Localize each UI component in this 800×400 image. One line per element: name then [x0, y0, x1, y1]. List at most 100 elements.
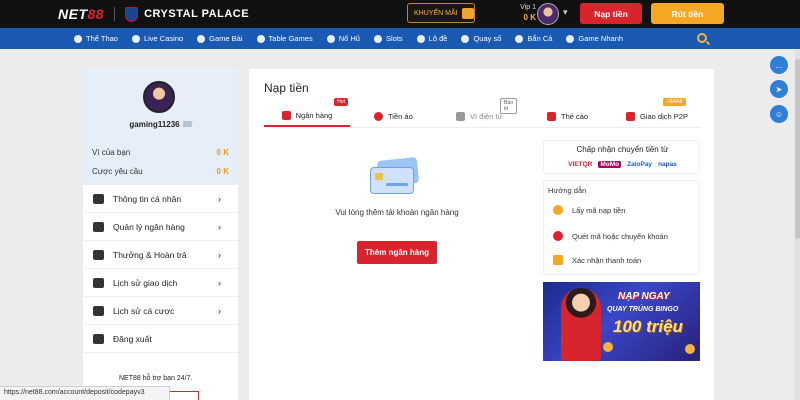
user-avatar[interactable] [537, 3, 559, 25]
wallet-label: Ví của bạn [92, 148, 131, 157]
telegram-icon[interactable]: ➤ [770, 80, 788, 98]
partner-logo: CRYSTAL PALACE [125, 6, 250, 22]
banner-headline: NẠP NGAY [618, 291, 670, 302]
bank-icon [281, 111, 291, 120]
live-casino-icon [131, 34, 140, 43]
page-scrollbar[interactable] [795, 49, 800, 400]
nav-item-spin[interactable]: Quay số [461, 34, 501, 43]
promo-model-image [561, 288, 601, 361]
nav-item-table-games[interactable]: Table Games [256, 34, 313, 43]
menu-item-bank-management[interactable]: Quản lý ngân hàng › [83, 213, 238, 241]
search-icon[interactable] [697, 33, 707, 43]
gift-icon [93, 249, 104, 260]
tab-p2p[interactable]: Giao dịch P2P +BANK [626, 98, 688, 127]
menu-item-rewards[interactable]: Thưởng & Hoàn trả › [83, 241, 238, 269]
history-icon [93, 277, 104, 288]
vip-info: Vip 1 0 K [500, 3, 536, 23]
spin-icon [461, 34, 470, 43]
nav-item-live-casino[interactable]: Live Casino [131, 34, 183, 43]
guide-step-1: Lấy mã nạp tiền [553, 205, 625, 215]
table-games-icon [256, 34, 265, 43]
nav-item-lottery[interactable]: Lô đề [416, 34, 447, 43]
chevron-right-icon: › [218, 278, 221, 288]
deposit-tabs: Ngân hàng Hot Tiền ảo Ví điện tử Bảo trì… [264, 98, 701, 128]
menu-item-logout[interactable]: Đăng xuất [83, 325, 238, 353]
wallet-row: Ví của bạn 0 K [92, 148, 229, 157]
deposit-button[interactable]: Nạp tiền [580, 3, 642, 24]
main-nav: Thể Thao Live Casino Game Bài Table Game… [0, 28, 800, 49]
diamond-rank-icon [182, 121, 193, 127]
guide-box: Hướng dẫn Lấy mã nạp tiền Quét mã hoặc c… [543, 180, 700, 275]
crypto-coin-icon [374, 112, 383, 121]
scratch-card-icon [547, 112, 556, 121]
guide-step-3: Xác nhận thanh toán [553, 255, 641, 265]
banner-prize: 100 triệu [613, 317, 683, 336]
wallet-icon [456, 112, 465, 121]
nav-item-slots[interactable]: Slots [373, 34, 403, 43]
tab-crypto[interactable]: Tiền ảo [374, 106, 413, 127]
net88-logo[interactable]: NET88 [58, 6, 104, 22]
accepted-methods-title: Chấp nhận chuyển tiền từ [576, 145, 669, 154]
chat-icon[interactable]: … [770, 56, 788, 74]
menu-item-bet-history[interactable]: Lịch sử cá cược › [83, 297, 238, 325]
promotions-button[interactable]: KHUYẾN MÃI [407, 3, 475, 23]
empty-state-message: Vui lòng thêm tài khoản ngân hàng [335, 208, 459, 217]
nav-item-fast-games[interactable]: Game Nhanh [566, 34, 623, 43]
user-icon [93, 193, 104, 204]
deposit-panel: Nạp tiền Ngân hàng Hot Tiền ảo Ví điện t… [249, 69, 714, 400]
chevron-down-icon[interactable]: ▾ [563, 7, 568, 18]
tab-ewallet[interactable]: Ví điện tử Bảo trì [456, 98, 517, 127]
bank-badge: +BANK [663, 98, 686, 106]
header-balance: 0 K [523, 13, 536, 22]
confirm-payment-icon [553, 255, 563, 265]
guide-title: Hướng dẫn [548, 186, 587, 195]
guide-step-2: Quét mã hoặc chuyển khoản [553, 231, 668, 241]
p2p-exchange-icon [626, 112, 635, 121]
chevron-right-icon: › [218, 306, 221, 316]
tab-scratch-card[interactable]: Thẻ cào [547, 106, 588, 127]
chevron-right-icon: › [218, 250, 221, 260]
nav-item-jackpot[interactable]: Nổ Hũ [326, 34, 360, 43]
bank-card-illustration-icon [370, 156, 420, 195]
menu-item-transaction-history[interactable]: Lịch sử giao dịch › [83, 269, 238, 297]
slots-icon [373, 34, 382, 43]
hot-badge: Hot [334, 98, 348, 106]
credit-card-icon [93, 221, 104, 232]
zalopay-logo: ZaloPay [627, 161, 653, 168]
bet-requirement-label: Cược yêu cầu [92, 167, 143, 176]
support-agent-icon[interactable]: ☺ [770, 105, 788, 123]
crystal-palace-crest-icon [125, 6, 139, 22]
nav-item-sports[interactable]: Thể Thao [74, 34, 118, 43]
wallet-amount: 0 K [216, 148, 229, 157]
page-title: Nạp tiền [264, 81, 309, 95]
nav-item-fishing[interactable]: Bắn Cá [515, 34, 552, 43]
vietqr-logo: VIETQR [568, 161, 593, 168]
code-icon [553, 205, 563, 215]
add-bank-button[interactable]: Thêm ngân hàng [357, 241, 437, 264]
menu-item-personal-info[interactable]: Thông tin cá nhân › [83, 185, 238, 213]
profile-avatar[interactable] [143, 81, 175, 113]
account-sidebar: gaming11236 Ví của bạn 0 K Cược yêu cầu … [83, 69, 238, 400]
chevron-right-icon: › [218, 194, 221, 204]
promo-banner[interactable]: NẠP NGAY QUAY TRÚNG BINGO 100 triệu [543, 282, 700, 361]
list-icon [93, 305, 104, 316]
maintenance-badge: Bảo trì [500, 98, 517, 114]
partner-name: CRYSTAL PALACE [144, 8, 250, 20]
sports-icon [74, 34, 82, 43]
status-bar-url: https://net88.com/account/deposit/codepa… [0, 386, 170, 400]
lottery-icon [416, 34, 425, 43]
cards-icon [197, 34, 206, 43]
nav-item-card-games[interactable]: Game Bài [197, 34, 243, 43]
promotions-label: KHUYẾN MÃI [414, 9, 458, 17]
bet-requirement-row: Cược yêu cầu 0 K [92, 167, 229, 176]
slots-jar-icon [326, 34, 335, 43]
logo-divider [114, 7, 116, 21]
account-menu: Thông tin cá nhân › Quản lý ngân hàng › Th… [83, 185, 238, 353]
support-text: NET88 hỗ trợ bạn 24/7. [119, 375, 193, 382]
logout-icon [93, 333, 104, 344]
withdraw-button[interactable]: Rút tiền [651, 3, 724, 24]
vip-level: Vip 1 [520, 4, 536, 11]
scrollbar-thumb[interactable] [795, 59, 800, 239]
tab-bank[interactable]: Ngân hàng Hot [264, 98, 350, 127]
username: gaming11236 [83, 120, 238, 129]
